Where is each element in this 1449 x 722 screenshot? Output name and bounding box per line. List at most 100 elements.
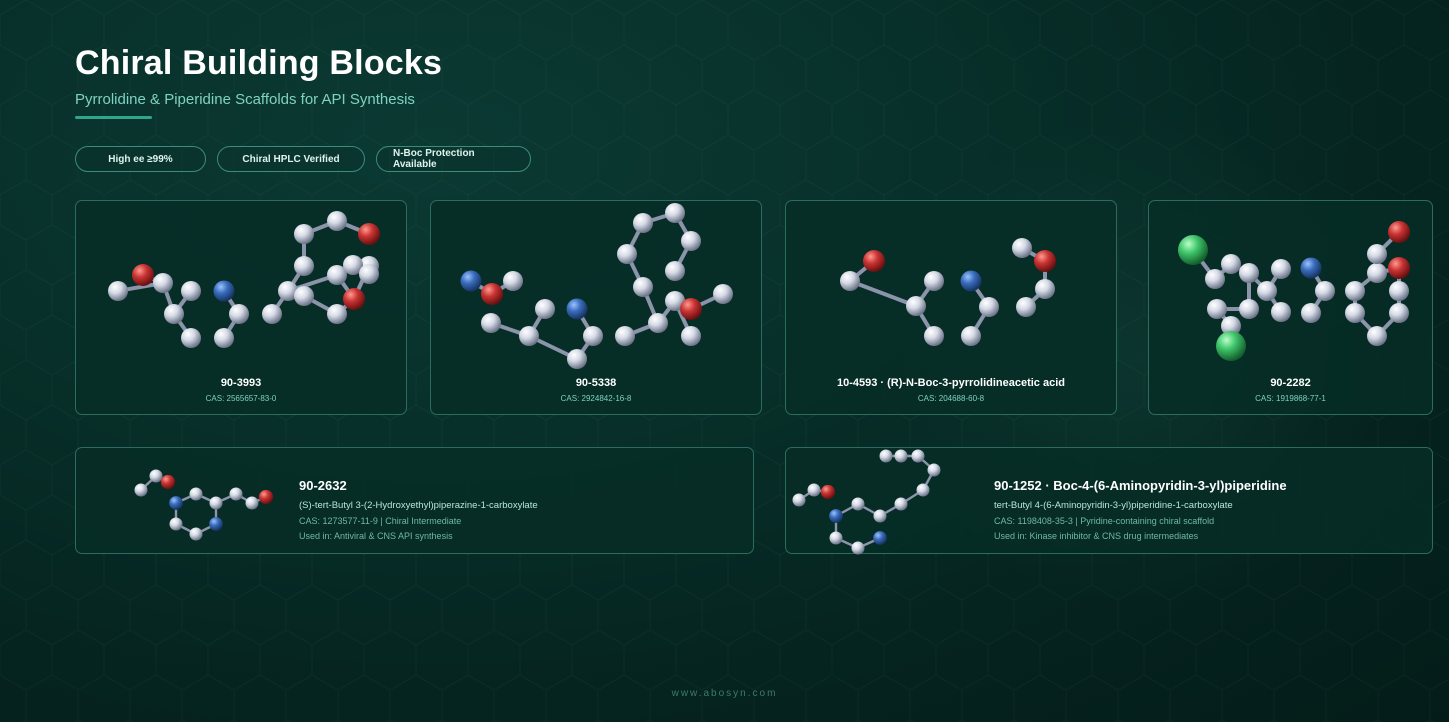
atom-c <box>1315 281 1335 301</box>
product-code: 90-2282 <box>1270 377 1311 389</box>
product-code: 90-1252 · Boc-4-(6-Aminopyridin-3-yl)pip… <box>994 478 1287 493</box>
product-card-10-4593[interactable]: 10-4593 · (R)-N-Boc-3-pyrrolidineacetic … <box>785 200 1117 415</box>
atom-c <box>1239 299 1259 319</box>
badge-n-boc[interactable]: N-Boc Protection Available <box>376 146 531 172</box>
atom-c <box>713 284 733 304</box>
atom-c <box>1271 302 1291 322</box>
atom-c <box>294 286 314 306</box>
atom-c <box>1035 279 1055 299</box>
atom-c <box>169 517 183 531</box>
bond <box>848 279 918 308</box>
atom-c <box>1271 259 1291 279</box>
atom-c <box>1367 326 1387 346</box>
atom-c <box>1257 281 1277 301</box>
atom-c <box>633 213 653 233</box>
product-card-90-1252[interactable]: 90-1252 · Boc-4-(6-Aminopyridin-3-yl)pip… <box>785 447 1433 555</box>
atom-c <box>617 244 637 264</box>
atom-o <box>132 264 154 286</box>
atom-c <box>1367 263 1387 283</box>
atom-c <box>829 531 843 545</box>
atom-c <box>262 304 282 324</box>
atom-c <box>894 449 908 463</box>
atom-n <box>829 509 843 523</box>
atom-c <box>961 326 981 346</box>
atom-c <box>1345 303 1365 323</box>
badge-high-ee[interactable]: High ee ≥99% <box>75 146 206 172</box>
product-card-90-2282[interactable]: 90-2282 CAS: 1919868-77-1 <box>1148 200 1433 415</box>
atom-c <box>851 497 865 511</box>
atom-c <box>1345 281 1365 301</box>
atom-n <box>960 270 982 292</box>
atom-c <box>189 487 203 501</box>
atom-c <box>181 328 201 348</box>
product-cas: CAS: 1919868-77-1 <box>1255 394 1326 403</box>
product-card-90-3993[interactable]: 90-3993 CAS: 2565657-83-0 <box>75 200 407 415</box>
product-card-90-2632[interactable]: 90-2632 (S)-tert-Butyl 3-(2-Hydroxyethyl… <box>75 447 754 554</box>
atom-o <box>358 223 380 245</box>
atom-c <box>1207 299 1227 319</box>
product-meta: CAS: 1198408-35-3 | Pyridine-containing … <box>994 516 1215 526</box>
atom-c <box>979 297 999 317</box>
product-code: 90-5338 <box>575 377 617 389</box>
product-meta: CAS: 1273577-11-9 | Chiral Intermediate <box>299 516 462 526</box>
atom-c <box>648 313 668 333</box>
atom-n <box>169 496 183 510</box>
atom-o <box>863 250 885 272</box>
product-cas: CAS: 2924842-16-8 <box>560 394 632 403</box>
atom-c <box>359 264 379 284</box>
atom-c <box>633 277 653 297</box>
atom-o <box>160 474 176 490</box>
atom-c <box>164 304 184 324</box>
atom-c <box>189 527 203 541</box>
atom-c <box>924 271 944 291</box>
product-name: (S)-tert-Butyl 3-(2-Hydroxyethyl)piperaz… <box>299 500 538 511</box>
atom-o <box>343 288 365 310</box>
product-code: 90-3993 <box>220 377 262 389</box>
atom-c <box>294 224 314 244</box>
atom-c <box>327 304 347 324</box>
atom-c <box>911 449 925 463</box>
molecule-model-icon <box>108 211 380 348</box>
atom-c <box>1367 244 1387 264</box>
atom-n <box>1300 257 1322 279</box>
atom-c <box>1389 281 1409 301</box>
atom-c <box>665 203 685 223</box>
molecule-model-icon <box>840 238 1056 346</box>
atom-c <box>214 328 234 348</box>
atom-n <box>460 270 482 292</box>
footer-url[interactable]: www.abosyn.com <box>0 688 1449 699</box>
atom-c <box>1012 238 1032 258</box>
atom-c <box>294 256 314 276</box>
molecule-model-icon <box>1178 221 1410 361</box>
atom-c <box>1389 303 1409 323</box>
atom-n <box>873 531 887 545</box>
atom-c <box>879 449 893 463</box>
page-title: Chiral Building Blocks <box>75 44 443 82</box>
atom-c <box>906 296 926 316</box>
atom-o <box>481 283 503 305</box>
atom-o <box>820 484 836 500</box>
atom-c <box>519 326 539 346</box>
molecule-model-icon <box>134 469 274 541</box>
atom-cl <box>1216 331 1246 361</box>
atom-c <box>535 299 555 319</box>
atom-c <box>927 463 941 477</box>
atom-c <box>1239 263 1259 283</box>
atom-n <box>213 280 235 302</box>
title-underline <box>75 116 152 119</box>
atom-o <box>1034 250 1056 272</box>
atom-c <box>681 231 701 251</box>
atom-c <box>807 483 821 497</box>
atom-o <box>1388 257 1410 279</box>
atom-c <box>924 326 944 346</box>
molecule-model-icon <box>460 203 733 369</box>
product-card-90-5338[interactable]: 90-5338 CAS: 2924842-16-8 <box>430 200 762 415</box>
product-cas: CAS: 204688-60-8 <box>917 394 985 403</box>
product-use: Used in: Antiviral & CNS API synthesis <box>299 531 453 541</box>
atom-o <box>1388 221 1410 243</box>
badge-chiral-hplc[interactable]: Chiral HPLC Verified <box>217 146 365 172</box>
atom-c <box>916 483 930 497</box>
page-subtitle: Pyrrolidine & Piperidine Scaffolds for A… <box>75 91 415 108</box>
atom-c <box>229 304 249 324</box>
atom-c <box>149 469 163 483</box>
